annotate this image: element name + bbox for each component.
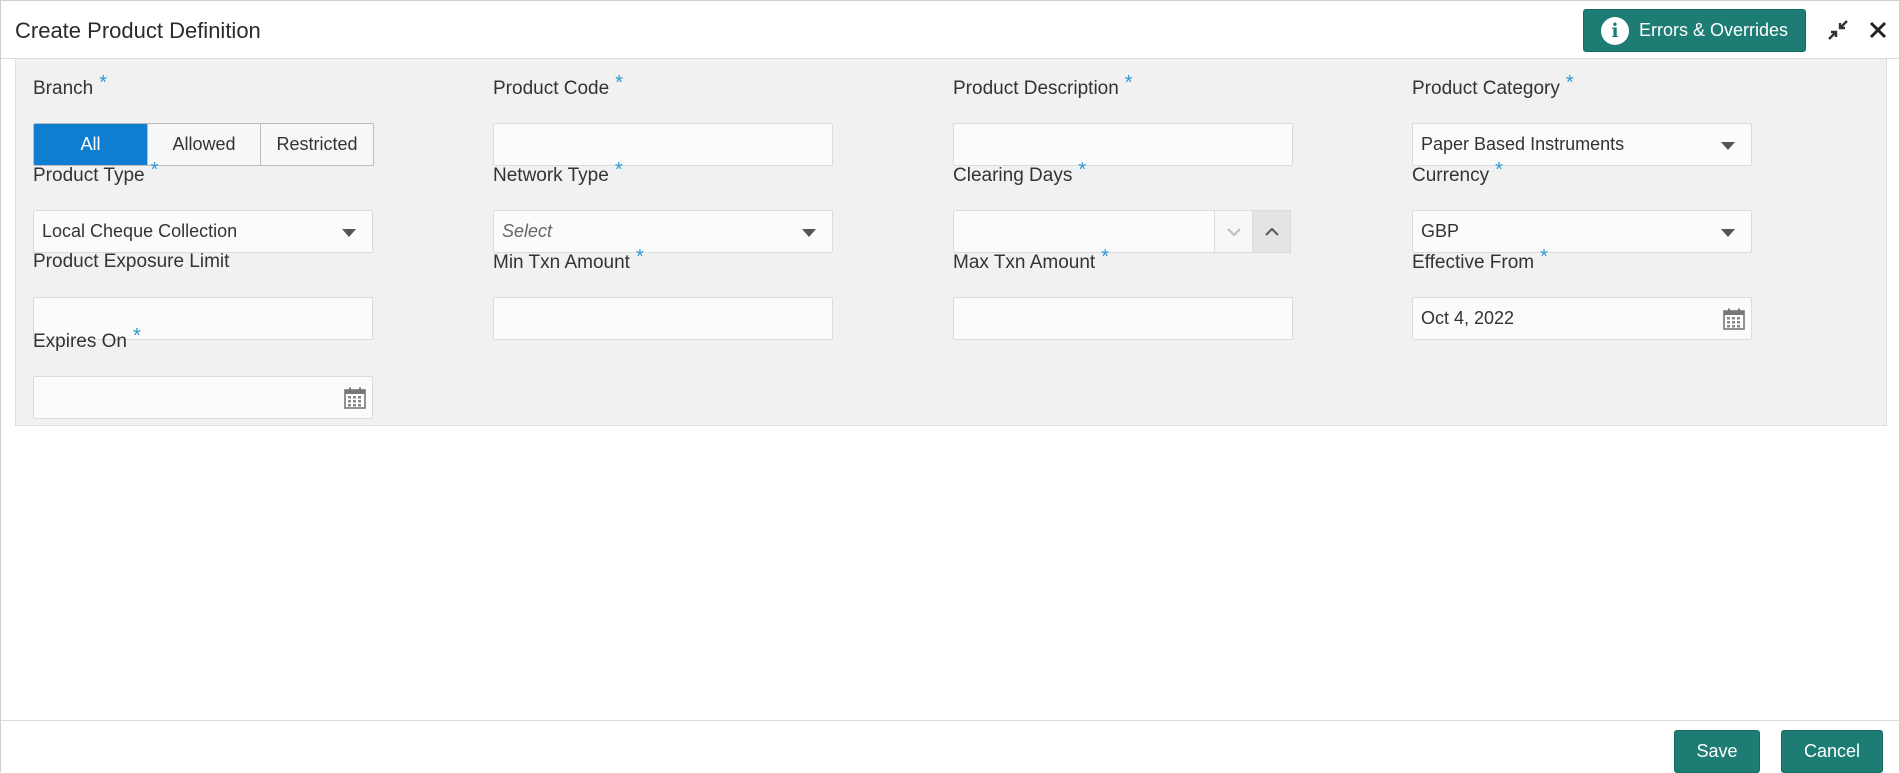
- max-txn-amount-field: Max Txn Amount *: [953, 246, 1298, 343]
- required-marker: *: [1078, 159, 1087, 181]
- required-marker: *: [1495, 159, 1503, 181]
- min-txn-amount-field: Min Txn Amount *: [493, 246, 838, 343]
- network-type-label: Network Type: [493, 165, 609, 186]
- currency-field: Currency * GBP: [1412, 159, 1757, 256]
- product-type-value: Local Cheque Collection: [42, 221, 238, 241]
- product-exposure-limit-label: Product Exposure Limit: [33, 251, 230, 272]
- effective-from-value: Oct 4, 2022: [1421, 308, 1515, 328]
- chevron-down-icon: [342, 229, 356, 237]
- branch-option-all[interactable]: All: [34, 124, 148, 165]
- minimize-icon[interactable]: [1825, 17, 1851, 43]
- product-type-field: Product Type * Local Cheque Collection: [33, 159, 378, 256]
- currency-value: GBP: [1421, 221, 1460, 241]
- create-product-definition-window: Create Product Definition i Errors & Ove…: [0, 0, 1900, 773]
- expires-on-label: Expires On: [33, 331, 127, 352]
- currency-select[interactable]: GBP: [1412, 210, 1752, 253]
- required-marker: *: [99, 72, 107, 94]
- product-code-label: Product Code: [493, 78, 610, 99]
- chevron-up-icon[interactable]: [1252, 210, 1291, 253]
- required-marker: *: [1101, 246, 1110, 268]
- page-title: Create Product Definition: [15, 18, 261, 43]
- max-txn-amount-input[interactable]: [953, 297, 1293, 340]
- min-txn-amount-label: Min Txn Amount: [493, 252, 630, 273]
- branch-segmented-control: All Allowed Restricted: [33, 123, 374, 166]
- effective-from-label: Effective From: [1412, 252, 1535, 273]
- chevron-down-icon: [1721, 142, 1735, 150]
- clearing-days-field: Clearing Days *: [953, 159, 1298, 256]
- required-marker: *: [150, 159, 159, 181]
- clearing-days-input[interactable]: [953, 210, 1215, 253]
- product-category-label: Product Category: [1412, 78, 1560, 99]
- branch-option-allowed[interactable]: Allowed: [148, 124, 261, 165]
- branch-label: Branch: [33, 78, 94, 99]
- product-form-panel: Branch * All Allowed Restricted Product C…: [15, 59, 1887, 426]
- chevron-down-icon[interactable]: [1214, 210, 1253, 253]
- required-marker: *: [1565, 72, 1574, 94]
- errors-overrides-button[interactable]: i Errors & Overrides: [1583, 9, 1806, 52]
- product-code-field: Product Code *: [493, 72, 838, 169]
- branch-option-restricted[interactable]: Restricted: [261, 124, 373, 165]
- required-marker: *: [614, 159, 623, 181]
- product-category-field: Product Category * Paper Based Instrument…: [1412, 72, 1757, 169]
- info-icon: i: [1600, 16, 1629, 45]
- product-category-select[interactable]: Paper Based Instruments: [1412, 123, 1752, 166]
- required-marker: *: [132, 325, 141, 347]
- required-marker: *: [615, 72, 623, 94]
- calendar-icon[interactable]: [343, 386, 367, 410]
- effective-from-date-input[interactable]: Oct 4, 2022: [1412, 297, 1752, 340]
- required-marker: *: [1540, 246, 1548, 268]
- product-code-input[interactable]: [493, 123, 833, 166]
- network-type-select[interactable]: Select: [493, 210, 833, 253]
- required-marker: *: [1124, 72, 1133, 94]
- network-type-field: Network Type * Select: [493, 159, 838, 256]
- calendar-icon[interactable]: [1722, 307, 1746, 331]
- cancel-button[interactable]: Cancel: [1781, 730, 1883, 773]
- max-txn-amount-label: Max Txn Amount: [953, 252, 1096, 273]
- product-type-select[interactable]: Local Cheque Collection: [33, 210, 373, 253]
- currency-label: Currency: [1412, 165, 1490, 186]
- expires-on-date-input[interactable]: [33, 376, 373, 419]
- branch-field: Branch * All Allowed Restricted: [33, 72, 378, 169]
- title-bar: Create Product Definition i Errors & Ove…: [1, 1, 1899, 59]
- chevron-down-icon: [802, 229, 816, 237]
- required-marker: *: [635, 246, 644, 268]
- effective-from-field: Effective From * Oct 4, 2022: [1412, 246, 1757, 343]
- footer-bar: Save Cancel: [1, 720, 1899, 773]
- errors-overrides-label: Errors & Overrides: [1638, 20, 1789, 40]
- product-description-input[interactable]: [953, 123, 1293, 166]
- network-type-placeholder: Select: [502, 221, 553, 241]
- clearing-days-label: Clearing Days: [953, 165, 1073, 186]
- product-category-value: Paper Based Instruments: [1421, 134, 1625, 154]
- chevron-down-icon: [1721, 229, 1735, 237]
- save-button[interactable]: Save: [1674, 730, 1760, 773]
- product-description-label: Product Description: [953, 78, 1119, 99]
- min-txn-amount-input[interactable]: [493, 297, 833, 340]
- close-icon[interactable]: [1865, 17, 1891, 43]
- product-description-field: Product Description *: [953, 72, 1298, 169]
- product-type-label: Product Type: [33, 165, 145, 186]
- expires-on-field: Expires On *: [33, 325, 378, 422]
